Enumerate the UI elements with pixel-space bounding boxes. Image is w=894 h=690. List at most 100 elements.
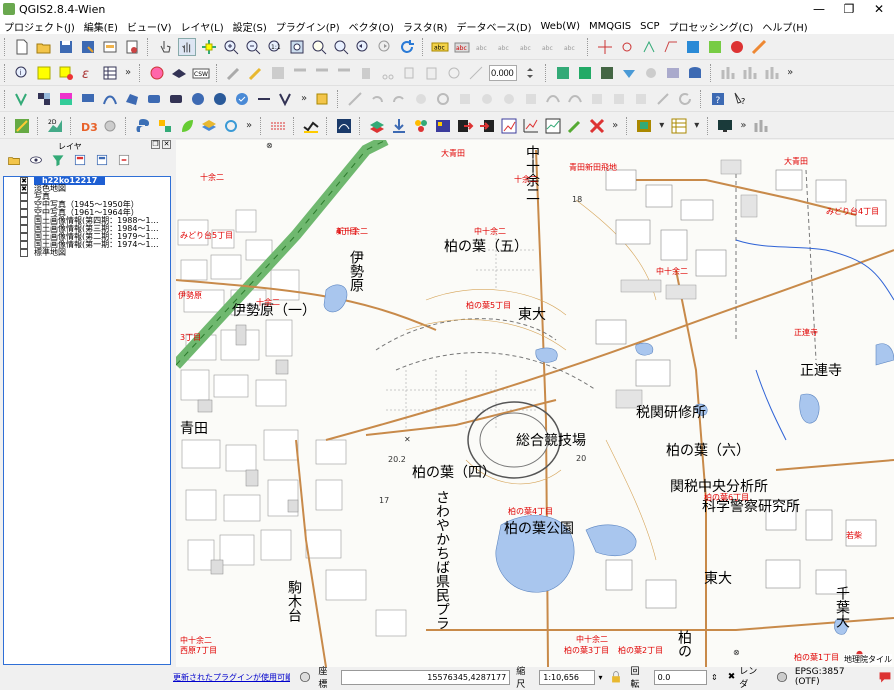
toolbar-grip[interactable] [710,63,713,82]
toolbar-overflow[interactable]: » [246,120,252,131]
gps-tool-icon[interactable] [148,64,166,82]
rotation-spinbox[interactable] [489,64,518,81]
zoom-layer-icon[interactable] [332,38,350,56]
tile-layer-icon[interactable] [706,38,724,56]
paste-features-icon[interactable] [423,64,441,82]
coordinate-capture-icon[interactable] [640,38,658,56]
offset-point-symbols-icon[interactable] [467,64,485,82]
profile-2d-icon[interactable]: 2D [46,117,64,135]
globe-2-icon[interactable] [211,90,229,108]
scp-import-icon[interactable] [478,117,496,135]
zoom-last-icon[interactable] [354,38,372,56]
layer-visibility-checkbox[interactable]: ✖ [20,177,28,185]
node-tool-icon[interactable] [335,64,353,82]
split-parts-icon[interactable] [588,90,606,108]
panel-close-icon[interactable]: ✕ [162,140,171,149]
menu-help[interactable]: ヘルプ(H) [762,19,807,34]
zoom-selection-icon[interactable] [310,38,328,56]
scp-signature-icon[interactable] [544,117,562,135]
render-checkbox[interactable]: ✖ [728,672,736,682]
layer-blue-1-icon[interactable] [145,90,163,108]
toolbar-grip[interactable] [125,116,128,135]
pan-to-selection-icon[interactable] [200,38,218,56]
expand-all-icon[interactable] [73,153,87,167]
expression-select-icon[interactable]: ε [79,64,97,82]
add-wms-icon[interactable] [620,64,638,82]
copy-layer-icon[interactable] [313,90,331,108]
add-point-layer-icon[interactable] [79,90,97,108]
scp-dock-icon[interactable] [635,117,653,135]
toolbar-grip[interactable] [700,89,703,108]
scp-image-icon[interactable] [335,117,353,135]
menu-web[interactable]: Web(W) [540,21,580,32]
layer-visibility-checkbox[interactable] [20,201,28,209]
toolbar-grip[interactable] [216,63,219,82]
lock-scale-icon[interactable] [609,670,623,684]
maximize-button[interactable]: ❐ [834,0,864,18]
add-wfs-icon[interactable] [664,64,682,82]
zoom-full-icon[interactable] [288,38,306,56]
scp-monitor-icon[interactable] [716,117,734,135]
menu-processing[interactable]: プロセッシング(C) [669,19,754,34]
save-as-icon[interactable] [79,38,97,56]
coordinate-toggle-icon[interactable] [298,670,312,684]
zoom-out-icon[interactable] [244,38,262,56]
python-console-icon[interactable] [134,117,152,135]
toolbar-overflow[interactable]: » [301,93,307,104]
toolbar-grip[interactable] [422,37,425,56]
scp-band-set-icon[interactable] [368,117,386,135]
scp-roi-icon[interactable] [269,117,287,135]
menu-view[interactable]: ビュー(V) [127,19,172,34]
crs-status[interactable]: EPSG:3857 (OTF) [795,667,868,687]
rotation-spin-icon[interactable]: ⇕ [711,673,718,682]
zoom-native-icon[interactable]: 1:1 [266,38,284,56]
toggle-editing-icon[interactable] [247,64,265,82]
shapefile-editor-icon[interactable] [662,38,680,56]
simplify-icon[interactable] [412,90,430,108]
menu-database[interactable]: データベース(D) [456,19,531,34]
polygon-layer-icon[interactable] [123,90,141,108]
menu-edit[interactable]: 編集(E) [84,19,118,34]
move-feature-icon[interactable] [313,64,331,82]
rotate-point-symbols-icon[interactable] [445,64,463,82]
merge-features-icon[interactable] [610,90,628,108]
layer-blue-2-icon[interactable] [167,90,185,108]
toolbar-grip[interactable] [626,116,629,135]
undo-icon[interactable] [368,90,386,108]
open-project-icon[interactable] [35,38,53,56]
ogc-catalog-icon[interactable] [170,64,188,82]
add-tile-icon[interactable] [684,38,702,56]
attribute-table-icon[interactable] [101,64,119,82]
reload-icon[interactable] [676,90,694,108]
plugin-update-link[interactable]: 更新されたプラグインが使用可能です [173,672,290,683]
scp-export-icon[interactable] [456,117,474,135]
spinbox-arrows-icon[interactable] [521,64,539,82]
current-edits-icon[interactable] [225,64,243,82]
add-db-layer-icon[interactable] [686,64,704,82]
toolbar-grip[interactable] [70,116,73,135]
filter-legend-icon[interactable] [51,153,65,167]
digitize-icon[interactable] [13,117,31,135]
layer-labeling-icon[interactable]: abc [453,38,471,56]
help-icon[interactable]: ? [709,90,727,108]
layer-visibility-checkbox[interactable] [20,193,28,201]
scp-table-dropdown[interactable]: ▾ [694,120,699,131]
red-circle-plugin-icon[interactable] [728,38,746,56]
toolbar-grip[interactable] [326,116,329,135]
layer-visibility-checkbox[interactable] [20,209,28,217]
panel-float-icon[interactable]: ❐ [151,140,160,149]
capture-point-icon[interactable] [618,38,636,56]
add-ring-icon[interactable] [434,90,452,108]
deselect-icon[interactable] [57,64,75,82]
scp-download-icon[interactable] [390,117,408,135]
menu-plugins[interactable]: プラグイン(P) [276,19,340,34]
messages-icon[interactable] [878,670,892,684]
menu-project[interactable]: プロジェクト(J) [4,19,75,34]
toolbar-grip[interactable] [4,37,7,56]
add-vector-layer-icon[interactable] [554,64,572,82]
scp-accuracy-icon[interactable] [500,117,518,135]
toolbar-grip[interactable] [359,116,362,135]
scp-table-icon[interactable] [670,117,688,135]
menu-raster[interactable]: ラスタ(R) [403,19,448,34]
scp-plot-icon[interactable] [522,117,540,135]
